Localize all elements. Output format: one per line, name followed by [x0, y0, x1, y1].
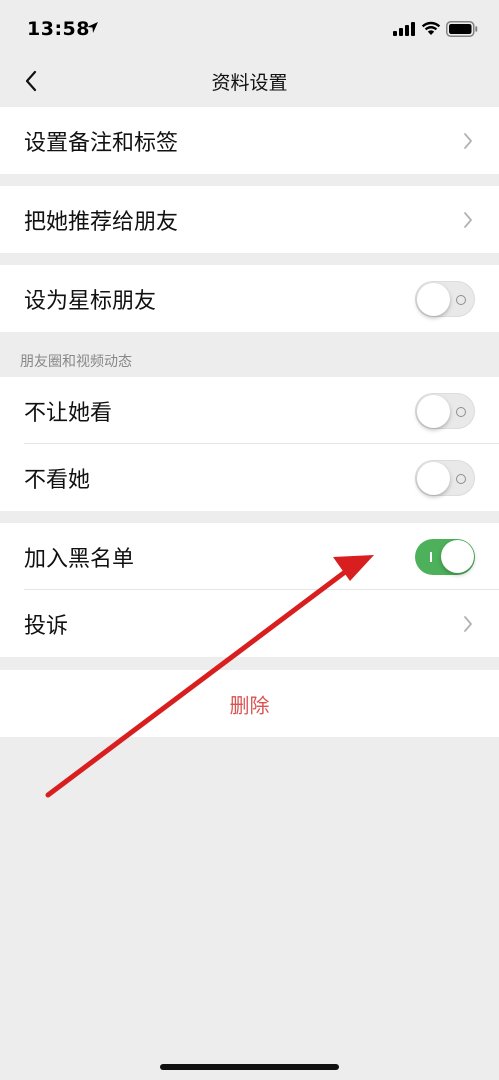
cellular-signal-icon [393, 22, 415, 36]
navigation-bar: 资料设置 [0, 58, 499, 104]
wifi-icon [421, 21, 441, 35]
location-arrow-icon [87, 22, 98, 33]
recommend-label: 把她推荐给朋友 [24, 209, 179, 235]
delete-label: 删除 [229, 693, 270, 717]
hide-my-moments-row: 不让她看 [0, 377, 499, 444]
report-label: 投诉 [24, 613, 69, 639]
home-indicator [160, 1064, 339, 1070]
delete-button[interactable]: 删除 [0, 670, 499, 737]
toggle-off-marker [456, 294, 466, 305]
hide-her-moments-row: 不看她 [0, 444, 499, 511]
star-friend-label: 设为星标朋友 [24, 288, 157, 314]
toggle-off-marker [456, 406, 466, 417]
report-row[interactable]: 投诉 [0, 590, 499, 657]
hide-my-moments-toggle[interactable] [415, 392, 475, 429]
chevron-right-icon [464, 132, 472, 149]
blacklist-label: 加入黑名单 [24, 546, 135, 572]
star-friend-toggle[interactable] [415, 280, 475, 317]
blacklist-row: 加入黑名单 [0, 523, 499, 590]
chevron-right-icon [464, 211, 472, 228]
status-time: 13:58 [27, 18, 90, 40]
set-remark-label: 设置备注和标签 [24, 130, 179, 156]
hide-her-moments-toggle[interactable] [415, 459, 475, 496]
toggle-on-marker [430, 551, 432, 562]
toggle-knob [417, 394, 450, 428]
toggle-knob [417, 282, 450, 316]
set-remark-and-tags-row[interactable]: 设置备注和标签 [0, 107, 499, 174]
moments-section-header: 朋友圈和视频动态 [20, 354, 132, 370]
toggle-knob [417, 461, 450, 495]
hide-hers-label: 不看她 [24, 467, 91, 493]
hide-mine-label: 不让她看 [24, 400, 113, 426]
battery-icon [446, 21, 478, 37]
chevron-right-icon [464, 615, 472, 632]
blacklist-toggle[interactable] [415, 538, 475, 575]
star-friend-row: 设为星标朋友 [0, 265, 499, 332]
toggle-off-marker [456, 473, 466, 484]
page-title: 资料设置 [211, 72, 288, 94]
recommend-to-friend-row[interactable]: 把她推荐给朋友 [0, 186, 499, 253]
toggle-knob [441, 540, 474, 573]
status-bar: 13:58 [0, 0, 499, 58]
